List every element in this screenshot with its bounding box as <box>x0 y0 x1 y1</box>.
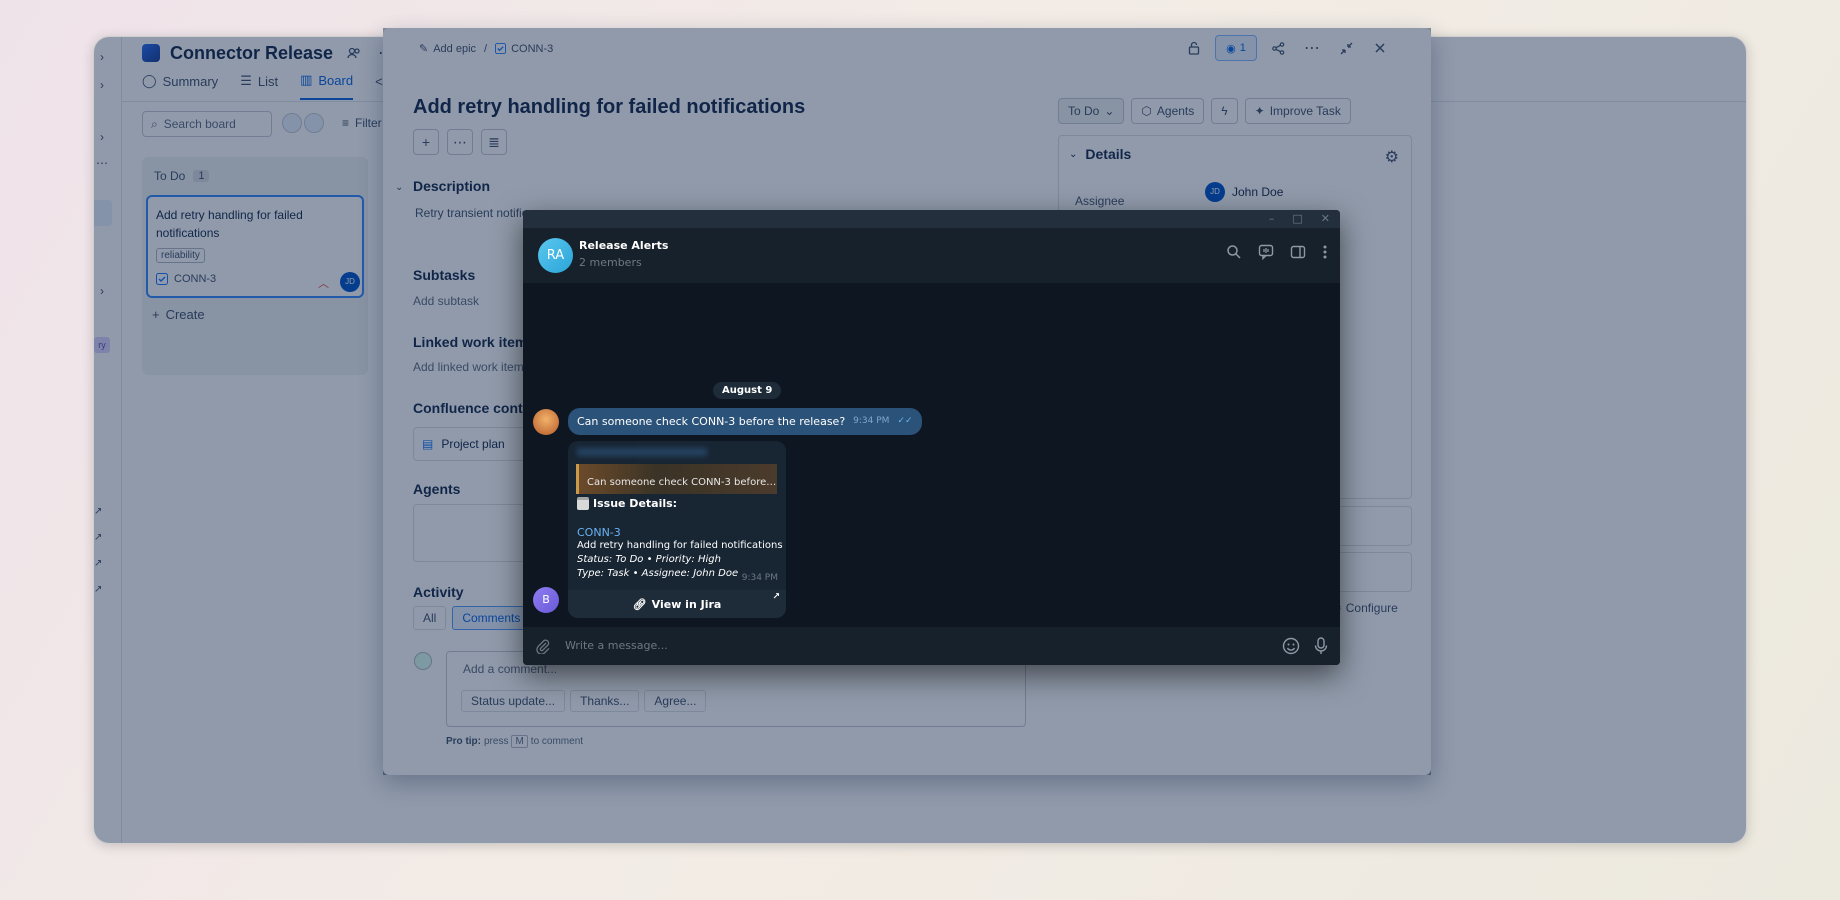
message-list: August 9 Can someone check CONN-3 before… <box>523 284 1340 627</box>
microphone-icon[interactable] <box>1314 637 1328 655</box>
chat-toolbar <box>1226 244 1328 260</box>
message-bubble[interactable]: Can someone check CONN-3 before the rele… <box>568 408 922 435</box>
reply-preview[interactable]: Can someone check CONN-3 before the rele… <box>576 464 779 494</box>
chat-members: 2 members <box>579 256 642 269</box>
search-icon[interactable] <box>1226 244 1242 260</box>
minimize-icon[interactable]: – <box>1269 210 1275 228</box>
avatar[interactable]: RA <box>538 238 573 273</box>
bot-message-bubble[interactable]: Can someone check CONN-3 before the rele… <box>568 441 786 618</box>
issue-status-line: Status: To Do • Priority: High <box>577 554 721 565</box>
telegram-chat-window: – □ ✕ RA Release Alerts 2 members August… <box>523 210 1340 665</box>
sidebar-toggle-icon[interactable] <box>1290 244 1306 260</box>
external-arrow-icon: ↗ <box>772 592 780 602</box>
message-text: Can someone check CONN-3 before the rele… <box>577 415 846 428</box>
reply-preview-text: Can someone check CONN-3 before the rele… <box>587 477 779 488</box>
view-in-jira-label: View in Jira <box>651 597 722 611</box>
issue-details-heading: Issue Details: <box>577 497 677 510</box>
chat-header[interactable]: RA Release Alerts 2 members <box>523 228 1340 284</box>
view-in-jira-button[interactable]: 🔗︎ View in Jira ↗ <box>568 590 786 618</box>
composer-tools <box>1282 637 1328 655</box>
maximize-icon[interactable]: □ <box>1292 210 1302 228</box>
chat-name: Release Alerts <box>579 239 669 252</box>
issue-summary: Add retry handling for failed notificati… <box>577 540 783 551</box>
avatar[interactable] <box>533 409 559 435</box>
close-icon[interactable]: ✕ <box>1321 210 1330 228</box>
issue-details-label: Issue Details: <box>593 497 678 510</box>
emoji-icon[interactable] <box>1282 637 1300 655</box>
link-icon: 🔗︎ <box>632 597 647 611</box>
date-separator: August 9 <box>713 382 782 399</box>
message-input[interactable]: Write a message... <box>565 639 668 652</box>
blurred-sender-name <box>577 448 707 456</box>
double-check-icon: ✓✓ <box>897 416 913 426</box>
issue-type-line: Type: Task • Assignee: John Doe <box>577 568 739 579</box>
window-controls: – □ ✕ <box>1269 210 1330 228</box>
issue-key-link[interactable]: CONN-3 <box>577 526 621 539</box>
more-vertical-icon[interactable] <box>1322 244 1328 260</box>
window-titlebar: – □ ✕ <box>523 210 1340 228</box>
paperclip-icon[interactable] <box>535 638 551 654</box>
message-time: 9:34 PM <box>741 573 778 583</box>
message-composer: Write a message... <box>523 627 1340 665</box>
message-time: 9:34 PM <box>853 416 890 426</box>
avatar[interactable]: B <box>533 587 559 613</box>
clipboard-icon <box>577 497 589 510</box>
video-chat-icon[interactable] <box>1258 244 1274 260</box>
